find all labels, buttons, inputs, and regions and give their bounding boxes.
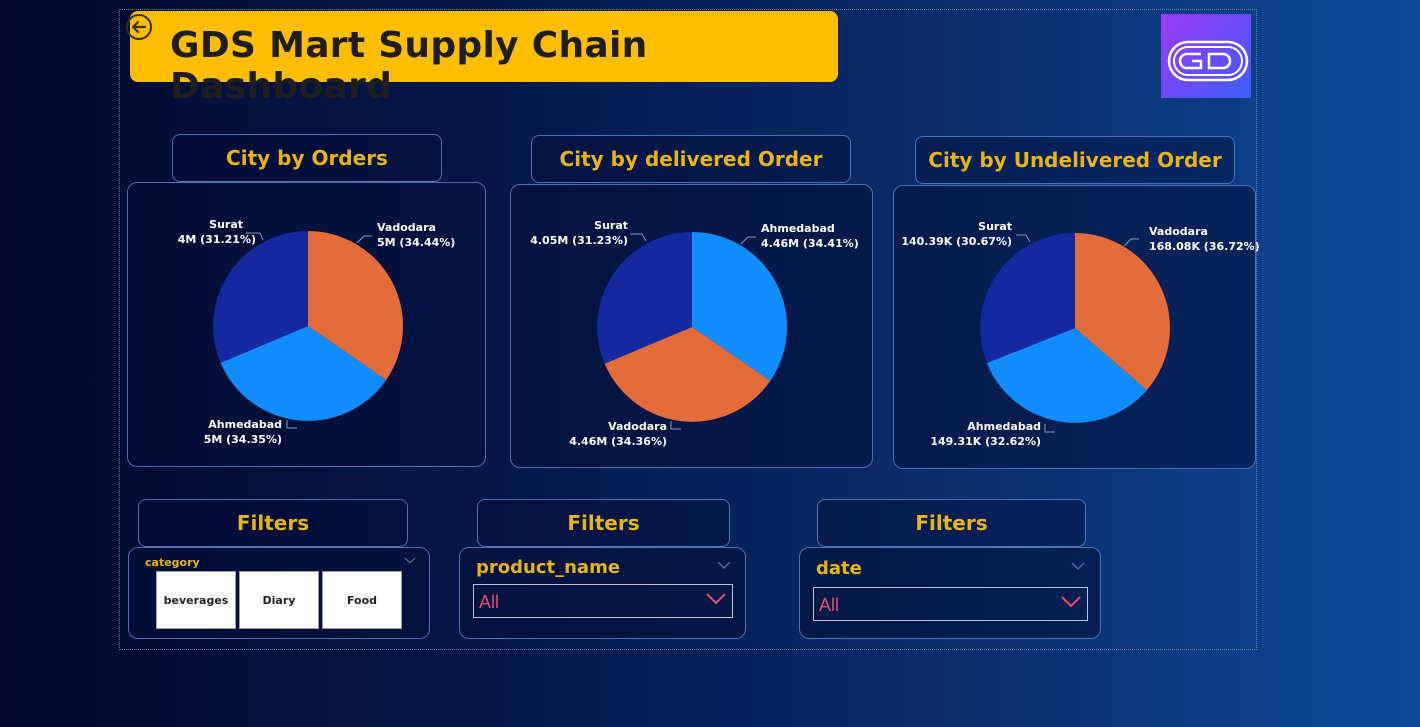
category-option-diary[interactable]: Diary	[239, 571, 319, 629]
pie-label-value: 5M (34.35%)	[204, 433, 282, 446]
pie-label-city: Ahmedabad	[967, 420, 1041, 433]
pie-label-city: Surat	[209, 218, 243, 231]
pie-label-city: Vadodara	[608, 420, 667, 433]
filter-title-product: Filters	[477, 499, 730, 547]
pie-chart-delivered[interactable]: Ahmedabad 4.46M (34.41%) Surat 4.05M (31…	[530, 219, 859, 448]
date-dropdown[interactable]: All	[813, 587, 1088, 621]
pie-label-value: 4M (31.21%)	[178, 233, 256, 246]
filter-title-text: Filters	[236, 511, 310, 535]
pie-label-city: Surat	[978, 220, 1012, 233]
chevron-down-icon	[706, 593, 726, 605]
chevron-down-icon[interactable]	[1071, 562, 1085, 571]
product-name-dropdown[interactable]: All	[473, 584, 733, 618]
dropdown-value: All	[819, 595, 840, 615]
pie-label-city: Ahmedabad	[761, 222, 835, 235]
pie-label-value: 4.05M (31.23%)	[530, 234, 628, 247]
pie-label-city: Ahmedabad	[208, 418, 282, 431]
pie-label-value: 168.08K (36.72%)	[1149, 240, 1260, 253]
product-name-slicer: product_name All	[459, 547, 746, 639]
pie-chart-undelivered[interactable]: Vadodara 168.08K (36.72%) Surat 140.39K …	[901, 220, 1259, 448]
category-option-beverages[interactable]: beverages	[156, 571, 236, 629]
category-slicer: category beverages Diary Food	[128, 547, 430, 639]
filter-title-text: Filters	[567, 511, 640, 535]
slicer-label-date: date	[816, 558, 862, 579]
slicer-label-category: category	[145, 556, 200, 569]
pie-label-value: 4.46M (34.41%)	[761, 237, 859, 250]
pie-label-value: 140.39K (30.67%)	[901, 235, 1012, 248]
chevron-down-icon	[1061, 596, 1081, 608]
filter-title-category: Filters	[138, 499, 408, 547]
pie-chart-orders[interactable]: Vadodara 5M (34.44%) Surat 4M (31.21%) A…	[178, 218, 456, 446]
chevron-down-icon[interactable]	[717, 561, 731, 570]
filter-title-text: Filters	[915, 511, 988, 535]
date-slicer: date All	[799, 547, 1101, 639]
pie-label-value: 4.46M (34.36%)	[569, 435, 667, 448]
category-option-food[interactable]: Food	[322, 571, 402, 629]
slicer-label-product-name: product_name	[476, 557, 621, 578]
dropdown-value: All	[479, 592, 500, 612]
pie-label-city: Vadodara	[1149, 225, 1208, 238]
pie-label-city: Vadodara	[377, 221, 436, 234]
pie-label-value: 149.31K (32.62%)	[930, 435, 1041, 448]
pie-label-city: Surat	[594, 219, 628, 232]
pie-label-value: 5M (34.44%)	[377, 236, 455, 249]
filter-title-date: Filters	[817, 499, 1086, 547]
chevron-down-icon[interactable]	[404, 557, 416, 565]
